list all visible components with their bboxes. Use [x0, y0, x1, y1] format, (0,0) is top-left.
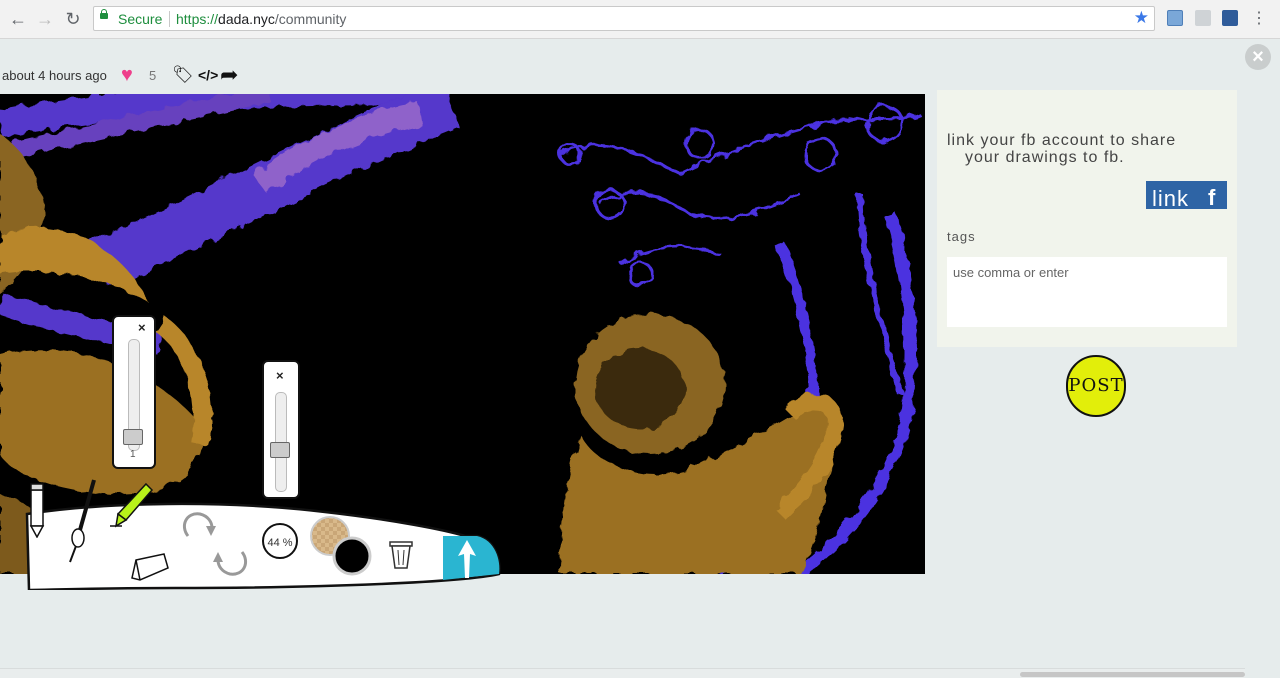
forward-icon[interactable]: → [35, 9, 55, 29]
purple-strokes-left [0, 94, 459, 355]
link-facebook-button[interactable]: link f [1146, 181, 1227, 209]
undo-icon[interactable] [212, 544, 252, 580]
upload-arrow-icon[interactable] [456, 538, 478, 580]
brush-icon[interactable] [64, 478, 98, 564]
share-panel: link your fb account to share your drawi… [937, 90, 1237, 347]
star-icon[interactable]: ★ [1134, 8, 1149, 28]
scrollbar-thumb[interactable] [1020, 672, 1245, 677]
embed-code-icon[interactable]: </> [198, 67, 218, 83]
link-button-label: link [1152, 186, 1190, 209]
zoom-extension-icon[interactable] [1222, 10, 1238, 26]
opacity-percent-button[interactable]: 44 % [262, 523, 298, 559]
reload-icon[interactable]: ↻ [63, 9, 83, 29]
tags-input[interactable]: use comma or enter [947, 257, 1227, 327]
brush-size-slider-handle[interactable] [123, 429, 143, 445]
pencil-icon[interactable] [28, 482, 46, 538]
share-icon[interactable]: ➦ [220, 62, 238, 88]
url-path: /community [274, 11, 347, 27]
kebab-menu-icon[interactable]: ⋮ [1249, 9, 1269, 29]
extension-icon-1[interactable] [1167, 10, 1183, 26]
secure-label: Secure [118, 11, 163, 27]
brush-size-popup: × 1 [112, 315, 156, 469]
opacity-popup: × [262, 360, 300, 499]
address-bar[interactable]: Secure https://dada.nyc/community ★ [93, 6, 1155, 31]
facebook-icon: f [1208, 185, 1216, 209]
fb-prompt-line-1: link your fb account to share [947, 132, 1177, 149]
close-icon[interactable]: × [1245, 44, 1271, 70]
fb-link-prompt: link your fb account to share your drawi… [947, 132, 1217, 166]
eraser-icon[interactable] [128, 548, 172, 584]
back-icon[interactable]: ← [8, 9, 28, 29]
lock-icon [100, 9, 108, 19]
url-scheme: https:// [176, 11, 219, 27]
url-host: dada.nyc [218, 11, 275, 27]
brush-size-value: 1 [130, 449, 136, 460]
orange-creature-right [560, 314, 844, 574]
post-timestamp: about 4 hours ago [2, 68, 107, 83]
tags-label: tags [947, 229, 976, 244]
opacity-slider-handle[interactable] [270, 442, 290, 458]
tag-icon[interactable]: 🏷 [172, 65, 194, 85]
redo-icon[interactable] [178, 508, 218, 544]
post-button[interactable]: POST [1066, 355, 1126, 417]
browser-toolbar: ← → ↻ Secure https://dada.nyc/community … [0, 0, 1280, 39]
search-extension-icon[interactable] [1195, 10, 1211, 26]
omnibox-divider [169, 11, 170, 27]
marker-icon[interactable] [108, 480, 154, 530]
trash-icon[interactable] [388, 540, 414, 570]
heart-icon[interactable]: ♥ [121, 65, 133, 85]
url-text[interactable]: https://dada.nyc/community [176, 11, 346, 27]
like-count: 5 [149, 68, 157, 83]
primary-color-swatch[interactable] [331, 535, 373, 577]
fb-prompt-line-2: your drawings to fb. [965, 149, 1125, 166]
close-icon[interactable]: × [276, 368, 284, 383]
close-icon[interactable]: × [138, 320, 146, 335]
